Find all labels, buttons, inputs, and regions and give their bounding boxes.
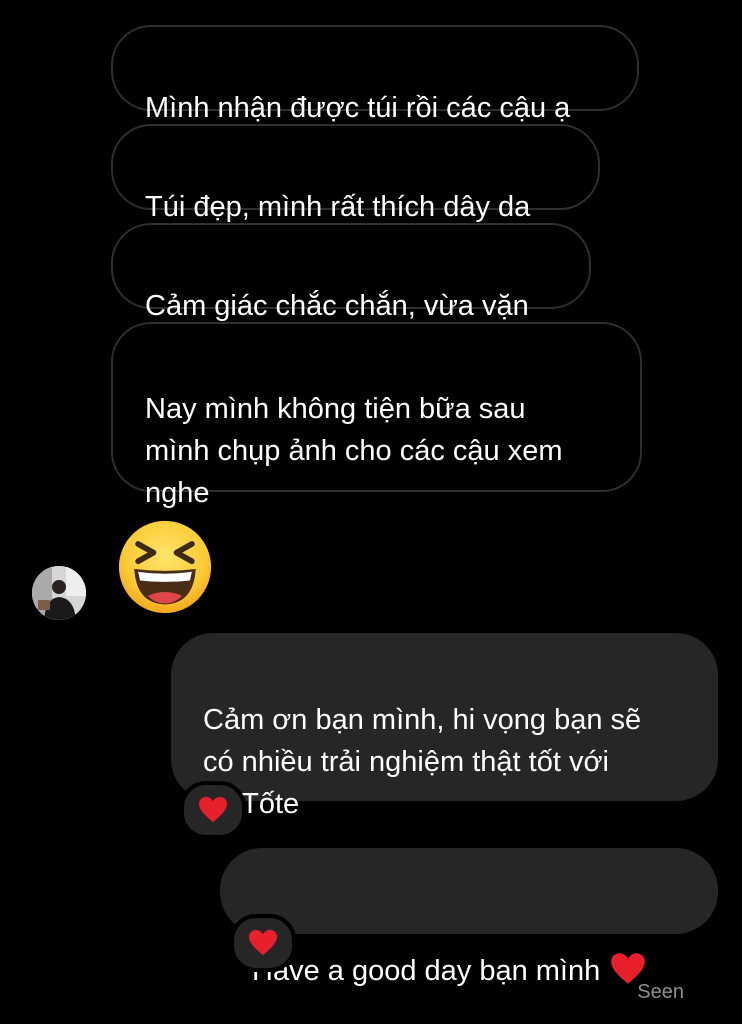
red-heart-icon	[199, 796, 227, 823]
received-message[interactable]: Mình nhận được túi rồi các cậu ạ	[111, 25, 639, 124]
message-text: Nay mình không tiện bữa sau mình chụp ản…	[145, 393, 563, 509]
message-text: Mình nhận được túi rồi các cậu ạ	[145, 92, 571, 124]
grinning-squinting-face-icon[interactable]	[117, 519, 213, 615]
sent-message[interactable]: Cảm ơn bạn mình, hi vọng bạn sẽ có nhiều…	[171, 633, 718, 820]
sent-message[interactable]: Have a good day bạn mình	[220, 848, 718, 987]
seen-status: Seen	[637, 981, 684, 1003]
received-message[interactable]: Túi đẹp, mình rất thích dây da	[111, 124, 600, 223]
avatar[interactable]	[32, 566, 86, 620]
message-text: Túi đẹp, mình rất thích dây da	[145, 191, 531, 223]
message-text: Cảm ơn bạn mình, hi vọng bạn sẽ có nhiều…	[203, 704, 642, 820]
red-heart-icon	[249, 929, 277, 956]
reaction-badge[interactable]	[180, 781, 246, 839]
received-message[interactable]: Cảm giác chắc chắn, vừa vặn	[111, 223, 591, 322]
received-message[interactable]: Nay mình không tiện bữa sau mình chụp ản…	[111, 322, 642, 509]
reaction-badge[interactable]	[230, 914, 296, 972]
message-text: Cảm giác chắc chắn, vừa vặn	[145, 290, 529, 322]
message-text: Have a good day bạn mình	[252, 955, 601, 987]
